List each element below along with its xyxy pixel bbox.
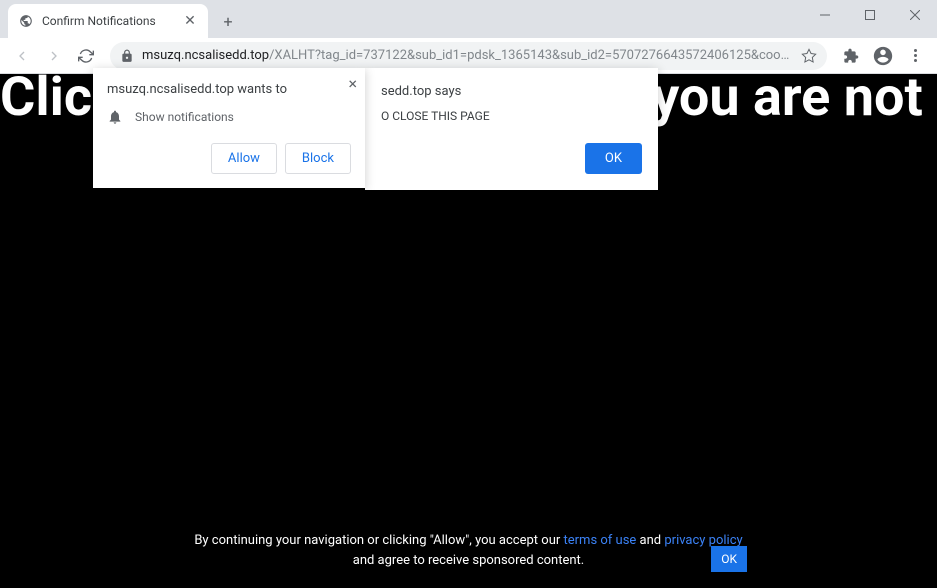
alert-title: sedd.top says <box>381 84 642 99</box>
tab-title: Confirm Notifications <box>42 14 174 28</box>
terms-link[interactable]: terms of use <box>564 533 637 548</box>
javascript-alert: sedd.top says O CLOSE THIS PAGE OK <box>365 68 658 190</box>
minimize-button[interactable] <box>802 0 847 30</box>
close-window-button[interactable] <box>892 0 937 30</box>
consent-text: By continuing your navigation or clickin… <box>0 531 937 570</box>
close-icon[interactable]: × <box>348 74 357 93</box>
consent-ok-button[interactable]: OK <box>711 546 747 572</box>
notification-origin: msuzq.ncsalisedd.top wants to <box>107 82 351 97</box>
lock-icon <box>120 49 134 63</box>
alert-ok-button[interactable]: OK <box>585 143 642 174</box>
url-text: msuzq.ncsalisedd.top/XALHT?tag_id=737122… <box>142 48 793 63</box>
block-button[interactable]: Block <box>285 143 351 174</box>
close-tab-icon[interactable]: ✕ <box>182 13 198 29</box>
notification-permission-text: Show notifications <box>135 110 234 124</box>
window-controls <box>802 0 937 30</box>
maximize-button[interactable] <box>847 0 892 30</box>
allow-button[interactable]: Allow <box>211 143 277 174</box>
globe-icon <box>18 13 34 29</box>
star-icon[interactable] <box>801 48 817 64</box>
new-tab-button[interactable]: + <box>214 7 242 35</box>
bell-icon <box>107 109 123 125</box>
browser-tab[interactable]: Confirm Notifications ✕ <box>8 4 208 38</box>
browser-titlebar: Confirm Notifications ✕ + <box>0 0 937 38</box>
alert-body: O CLOSE THIS PAGE <box>381 109 642 123</box>
notification-permission-popup: × msuzq.ncsalisedd.top wants to Show not… <box>93 68 365 188</box>
